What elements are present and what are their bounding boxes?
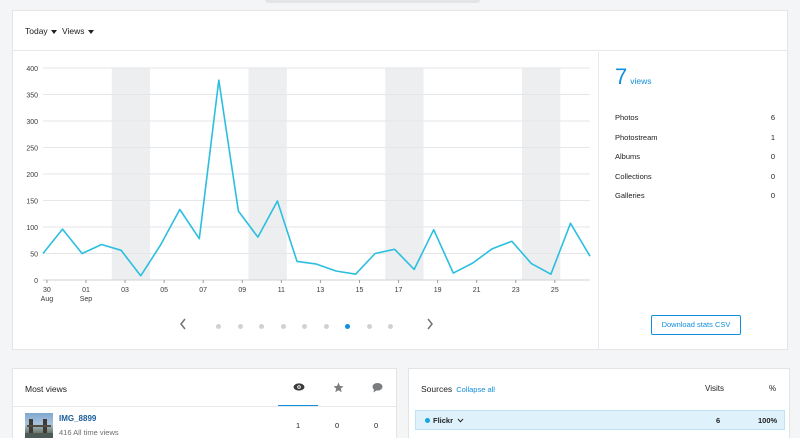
total-views-number: 7 [615, 64, 628, 89]
stat-row-photos: Photos 6 [615, 113, 775, 125]
y-tick-label: 50 [30, 252, 38, 259]
sources-header: Sources Collapse all [421, 384, 495, 394]
x-tick-label: 21 [473, 287, 481, 294]
y-tick-label: 200 [26, 172, 38, 179]
x-tick-label: 07 [199, 287, 207, 294]
source-visits: 6 [716, 416, 721, 425]
source-row-flickr[interactable]: Flickr 6 100% [415, 410, 785, 430]
metric-dropdown-label: Views [62, 26, 85, 36]
tab-views[interactable] [293, 382, 305, 394]
source-name-text: Flickr [433, 416, 454, 425]
y-tick-label: 400 [26, 66, 38, 73]
x-tick-label: 01 [82, 287, 90, 294]
pager-dot[interactable] [323, 324, 329, 329]
stat-value: 6 [770, 113, 775, 122]
pager-dot[interactable] [259, 324, 264, 329]
pager-dot[interactable] [366, 324, 372, 329]
photo-views-count: 1 [296, 421, 301, 430]
photo-title-link[interactable]: IMG_8899 [59, 414, 96, 423]
x-tick-label: 19 [434, 287, 442, 294]
x-tick-label: 30 [43, 287, 51, 294]
caret-down-icon [87, 29, 94, 34]
pager-dot[interactable] [216, 324, 221, 329]
x-tick-month-label: Aug [41, 296, 54, 303]
top-tab-shadow [265, 0, 480, 3]
pager-dot[interactable] [345, 324, 350, 329]
x-tick-label: 05 [160, 287, 168, 294]
sources-title: Sources [421, 384, 453, 394]
stat-value: 0 [770, 152, 775, 161]
x-tick-label: 03 [121, 287, 129, 294]
y-tick-label: 300 [26, 119, 38, 126]
stat-row-collections: Collections 0 [615, 172, 775, 184]
photo-all-time-views: 416 All time views [59, 428, 119, 437]
stat-value: 0 [770, 191, 775, 200]
pager-dot[interactable] [388, 324, 393, 329]
x-tick-label: 23 [512, 287, 520, 294]
x-tick-label: 25 [551, 287, 559, 294]
collapse-all-link[interactable]: Collapse all [456, 385, 495, 394]
divider [13, 406, 396, 407]
y-tick-label: 150 [26, 199, 38, 206]
star-icon [333, 382, 344, 393]
x-tick-label: 11 [278, 287, 285, 294]
y-tick-label: 250 [26, 146, 38, 153]
most-views-card: Most views IMG_8899 416 All time views 1… [12, 368, 397, 438]
percent-column-header: % [769, 384, 777, 393]
x-tick-label: 09 [238, 287, 246, 294]
views-chart: 0 50 100 150 200 250 300 350 400 30 Aug 01 Sep 03 05 07… [13, 52, 598, 350]
stats-summary-panel: 7 views Photos 6 Photostream 1 Albums 0 Coll… [598, 52, 788, 350]
stat-label: Photostream [615, 133, 658, 142]
y-tick-label: 350 [26, 93, 38, 100]
tab-faves[interactable] [333, 382, 344, 395]
bullet-icon [425, 418, 430, 423]
bridge-photo-icon [25, 419, 53, 438]
comment-icon [372, 383, 383, 393]
x-tick-label: 13 [317, 287, 325, 294]
x-tick-month-label: Sep [80, 296, 93, 303]
sources-card: Sources Collapse all Visits % Flickr 6 10… [408, 368, 790, 438]
chevron-right-icon [427, 318, 433, 330]
filter-toolbar: Today Views [13, 11, 787, 51]
stat-value: 0 [770, 172, 775, 181]
pager-dot[interactable] [280, 324, 286, 329]
photo-thumbnail[interactable] [25, 413, 53, 438]
eye-icon [293, 383, 305, 391]
period-dropdown-label: Today [25, 26, 48, 36]
most-views-title: Most views [25, 384, 68, 394]
pager-dot[interactable] [302, 324, 307, 329]
source-percent: 100% [758, 416, 778, 425]
source-name: Flickr [433, 416, 464, 425]
stat-label: Collections [615, 172, 652, 181]
stat-row-albums: Albums 0 [615, 152, 775, 164]
chevron-left-icon [180, 318, 186, 330]
next-page-button[interactable] [426, 318, 434, 332]
x-tick-label: 17 [395, 287, 403, 294]
visits-column-header: Visits [705, 384, 724, 393]
stat-label: Albums [615, 152, 641, 161]
stats-card: Today Views 0 50 100 150 200 250 300 350 400 30 Au… [12, 10, 788, 350]
stat-value: 1 [770, 133, 775, 142]
line-chart-svg: 0 50 100 150 200 250 300 350 400 30 Aug 01 Sep 03 05 07… [26, 66, 591, 303]
period-dropdown[interactable]: Today [25, 26, 57, 36]
stat-row-photostream: Photostream 1 [615, 133, 775, 145]
pager-dot[interactable] [237, 324, 243, 329]
caret-down-icon [50, 29, 57, 34]
photo-comments-count: 0 [374, 421, 379, 430]
download-csv-button[interactable]: Download stats CSV [651, 315, 741, 335]
tab-comments[interactable] [372, 382, 383, 395]
stat-label: Galleries [615, 191, 645, 200]
y-tick-label: 100 [26, 225, 38, 232]
prev-page-button[interactable] [179, 318, 187, 332]
metric-dropdown[interactable]: Views [62, 26, 94, 36]
total-views: 7 views [615, 64, 652, 90]
total-views-label: views [630, 76, 652, 86]
stat-label: Photos [615, 113, 639, 122]
y-tick-label: 0 [34, 278, 38, 285]
chevron-down-icon [457, 418, 464, 423]
photo-faves-count: 0 [335, 421, 340, 430]
x-tick-label: 15 [356, 287, 364, 294]
stat-row-galleries: Galleries 0 [615, 191, 775, 203]
